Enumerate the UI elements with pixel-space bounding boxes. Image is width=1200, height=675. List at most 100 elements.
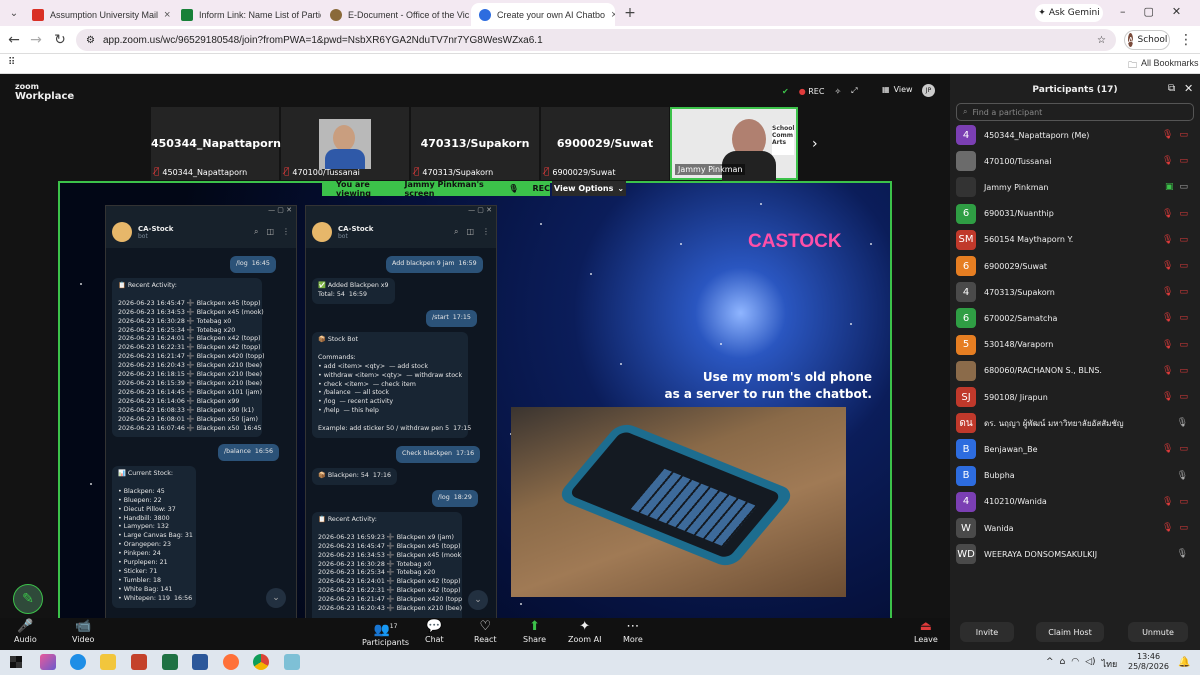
app-icon[interactable] xyxy=(284,654,300,670)
participant-row[interactable]: SJ 590108/ Jirapun 🎙 ▭ xyxy=(956,386,1196,408)
participant-row[interactable]: ดน ดร. นฤญา ผู้พัฒน์ มหาวิทยาลัยอัสสัมชัญ… xyxy=(956,412,1196,434)
share-button[interactable]: ⬆ Share xyxy=(523,620,546,645)
participant-row[interactable]: 6 670002/Samatcha 🎙 ▭ xyxy=(956,307,1196,329)
all-bookmarks[interactable]: 🗀 All Bookmarks xyxy=(1128,58,1199,74)
firefox-icon[interactable] xyxy=(223,654,239,670)
tab-zoom-active[interactable]: Create your own AI Chatbo × xyxy=(471,3,615,26)
account-avatar[interactable]: JP xyxy=(922,84,935,97)
scroll-down-button[interactable]: ⌄ xyxy=(266,588,286,608)
participant-row[interactable]: 680060/RACHANON S., BLNS. 🎙 ▭ xyxy=(956,360,1196,382)
participant-status-icons: 🎙 ▭ xyxy=(1162,156,1188,166)
participant-row[interactable]: 6 6900029/Suwat 🎙 ▭ xyxy=(956,255,1196,277)
chrome-icon[interactable] xyxy=(253,654,269,670)
claim-host-button[interactable]: Claim Host xyxy=(1036,622,1104,642)
video-tile[interactable]: 6900029/Suwat 🎙̸ 6900029/Suwat xyxy=(541,107,669,180)
participant-row[interactable]: 6 690031/Nuanthip 🎙 ▭ xyxy=(956,203,1196,225)
viewing-banner: You are viewing Jammy Pinkman's screen 🎙 RE… xyxy=(322,180,550,198)
view-button[interactable]: ▦ View xyxy=(882,85,913,94)
new-tab-icon[interactable]: + xyxy=(620,3,640,23)
video-button[interactable]: 📹 Video xyxy=(72,620,94,645)
menu-kebab-icon[interactable]: ⋮ xyxy=(1176,30,1196,50)
video-off-icon: ▭ xyxy=(1179,156,1188,167)
video-tile[interactable]: 470313/Supakorn 🎙̸ 470313/Supakorn xyxy=(411,107,539,180)
participant-row[interactable]: B Bubpha 🎙 xyxy=(956,465,1196,487)
tab-e-document[interactable]: E-Document - Office of the Vic× xyxy=(322,3,470,26)
avatar: 4 xyxy=(956,282,976,303)
powerpoint-icon[interactable] xyxy=(131,654,147,670)
audio-button[interactable]: 🎤 Audio xyxy=(14,620,37,645)
zoom-ai-button[interactable]: ✦ Zoom AI xyxy=(568,620,601,645)
windows-start-icon[interactable] xyxy=(10,656,22,668)
participant-row[interactable]: 5 530148/Varaporn 🎙 ▭ xyxy=(956,334,1196,356)
expand-icon[interactable]: ⤢ xyxy=(851,86,857,96)
popout-icon[interactable]: ⧉ xyxy=(1168,83,1175,94)
profile-button[interactable]: A School xyxy=(1124,30,1170,50)
clock[interactable]: 13:46 25/8/2026 xyxy=(1128,652,1169,672)
chat-button[interactable]: 💬 Chat xyxy=(425,620,444,645)
avatar xyxy=(956,151,976,172)
notification-icon[interactable]: 🔔 xyxy=(1178,657,1190,668)
sparkle-icon[interactable]: ✧ xyxy=(834,87,841,96)
window-controls[interactable]: — ▢ ✕ xyxy=(106,206,296,216)
participant-row[interactable]: 470100/Tussanai 🎙 ▭ xyxy=(956,150,1196,172)
slide-caption: Use my mom's old phone as a server to run… xyxy=(664,370,872,401)
participant-row[interactable]: Jammy Pinkman ▣ ▭ xyxy=(956,176,1196,198)
window-controls[interactable]: — ▢ ✕ xyxy=(306,206,496,216)
excel-icon[interactable] xyxy=(162,654,178,670)
forward-icon[interactable]: → xyxy=(26,30,46,50)
participant-row[interactable]: 4 410210/Wanida 🎙 ▭ xyxy=(956,491,1196,513)
video-tile-active-speaker[interactable]: School Comm Arts Jammy Pinkman xyxy=(670,107,798,181)
next-page-icon[interactable]: › xyxy=(812,136,818,152)
participant-row[interactable]: 4 470313/Supakorn 🎙 ▭ xyxy=(956,281,1196,303)
tab-assumption-mail[interactable]: Assumption University Mail × xyxy=(24,3,172,26)
bookmark-star-icon[interactable]: ☆ xyxy=(1097,35,1106,46)
invite-button[interactable]: Invite xyxy=(960,622,1014,642)
back-icon[interactable]: ← xyxy=(4,30,24,50)
participant-row[interactable]: W Wanida 🎙 ▭ xyxy=(956,517,1196,539)
chat-message: ✅ Added Blackpen x9 Total: 54 16:59 xyxy=(312,278,395,304)
reload-icon[interactable]: ↻ xyxy=(50,30,70,50)
slide-title: CASTOCK xyxy=(748,231,842,252)
poster: School Comm Arts xyxy=(772,125,794,155)
annotate-pencil-icon[interactable]: ✎ xyxy=(13,584,43,614)
tab-search-icon[interactable]: ⌄ xyxy=(4,3,24,23)
more-button[interactable]: ⋯ More xyxy=(623,620,643,645)
leave-icon: ⏏ xyxy=(919,619,933,634)
word-icon[interactable] xyxy=(192,654,208,670)
apps-grid-icon[interactable]: ⠿ xyxy=(8,57,15,68)
participant-row[interactable]: WD WEERAYA DONSOMSAKULKIJ 🎙 xyxy=(956,543,1196,565)
participant-row[interactable]: 4 450344_Napattaporn (Me) 🎙 ▭ xyxy=(956,124,1196,146)
tab-inform-link[interactable]: Inform Link: Name List of Partic× xyxy=(173,3,321,26)
avatar: W xyxy=(956,518,976,538)
url-field[interactable]: ⚙ app.zoom.us/wc/96529180548/join?fromPWA… xyxy=(76,29,1116,51)
participant-row[interactable]: SM 560154 Maythaporn Y. 🎙 ▭ xyxy=(956,229,1196,251)
video-tile[interactable]: 450344_Napattaporn 🎙̸ 450344_Napattaporn xyxy=(151,107,281,180)
leave-button[interactable]: ⏏ Leave xyxy=(914,619,938,645)
close-icon[interactable]: ✕ xyxy=(1184,82,1193,95)
video-tile[interactable]: 🎙̸ 470100/Tussanai xyxy=(281,107,409,180)
close-icon[interactable]: × xyxy=(164,9,170,21)
window-controls[interactable]: –▢✕ xyxy=(1120,5,1199,18)
participant-row[interactable]: B Benjawan_Be 🎙 ▭ xyxy=(956,438,1196,460)
menu-kebab-icon: ⋮ xyxy=(282,227,290,236)
avatar: B xyxy=(956,439,976,460)
edge-icon[interactable] xyxy=(70,654,86,670)
view-options-button[interactable]: View Options ⌄ xyxy=(552,181,626,196)
site-settings-icon[interactable]: ⚙ xyxy=(86,35,95,46)
copilot-icon[interactable] xyxy=(40,654,56,670)
file-explorer-icon[interactable] xyxy=(100,654,116,670)
mic-muted-icon: 🎙 xyxy=(1162,313,1174,324)
mic-muted-icon: 🎙 xyxy=(1162,392,1174,402)
mic-muted-icon: 🎙̸ xyxy=(544,167,550,177)
phone-photo xyxy=(511,407,846,597)
search-participant-input[interactable]: ⌕ Find a participant xyxy=(956,103,1194,121)
system-tray[interactable]: ^ ⌂ ◠ ◁) ไทย xyxy=(1046,657,1117,671)
participants-button[interactable]: 👥17 Participants xyxy=(362,620,409,648)
phone-shape xyxy=(555,420,797,570)
scroll-down-button[interactable]: ⌄ xyxy=(468,590,488,610)
unmute-button[interactable]: Unmute xyxy=(1128,622,1188,642)
react-button[interactable]: ♡ React xyxy=(474,620,497,645)
ask-gemini-button[interactable]: ✦ Ask Gemini xyxy=(1035,4,1103,22)
participant-status-icons: 🎙 ▭ xyxy=(1162,287,1188,297)
close-icon[interactable]: × xyxy=(611,9,615,21)
